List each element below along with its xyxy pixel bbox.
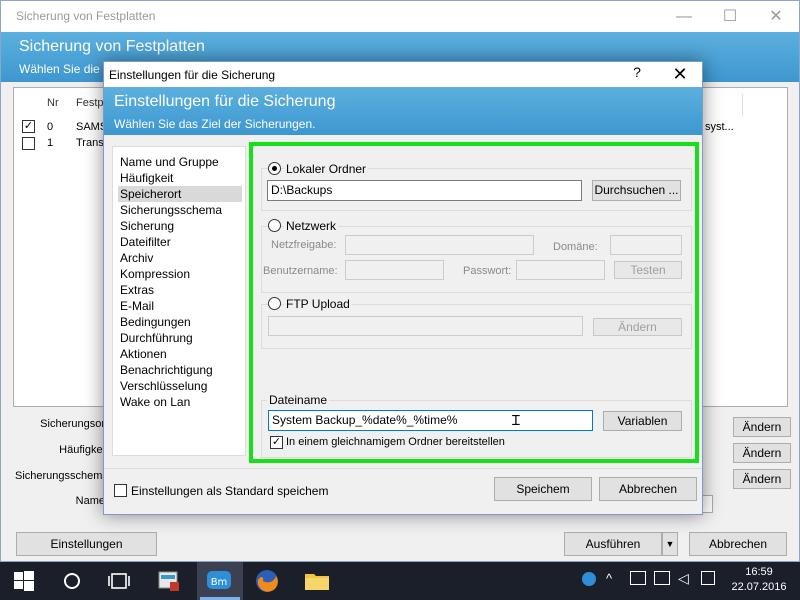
dateiname-label: Dateiname — [267, 393, 330, 407]
nav-item-benachrichtigung[interactable]: Benachrichtigung — [118, 362, 242, 378]
settings-nav-list: Name und Gruppe Häufigkeit Speicherort S… — [112, 146, 246, 456]
taskbar-clock[interactable]: 16:59 22.07.2016 — [724, 565, 794, 595]
abbrechen-main-button[interactable]: Abbrechen — [689, 532, 787, 556]
nav-item-archiv[interactable]: Archiv — [118, 250, 242, 266]
durchsuchen-button[interactable]: Durchsuchen ... — [592, 180, 681, 201]
column-header-festplatte[interactable]: Festp — [76, 97, 104, 109]
domaene-label: Domäne: — [553, 241, 598, 253]
name-label: Name — [75, 495, 105, 507]
aendern-sicherungsschema-button[interactable]: Ändern — [733, 469, 791, 489]
testen-button[interactable]: Testen — [614, 261, 682, 279]
nav-item-dateifilter[interactable]: Dateifilter — [118, 234, 242, 250]
dialog-close-button[interactable]: ✕ — [660, 63, 700, 85]
drive-row-nr: 0 — [47, 121, 54, 133]
firefox-icon[interactable] — [254, 568, 280, 594]
nav-item-name-und-gruppe[interactable]: Name und Gruppe — [118, 154, 242, 170]
abbrechen-dialog-button[interactable]: Abbrechen — [599, 477, 697, 501]
dateiname-input[interactable]: System Backup_%date%_%time% — [268, 410, 593, 431]
text-cursor-icon: Ɪ — [512, 412, 520, 428]
benutzername-input[interactable] — [345, 260, 444, 280]
column-divider — [742, 94, 743, 116]
search-icon[interactable] — [62, 571, 82, 591]
close-window-button[interactable]: ✕ — [753, 4, 799, 30]
tray-app-icon[interactable] — [582, 572, 596, 586]
windows-start-icon[interactable] — [14, 571, 34, 591]
nav-item-durchfuehrung[interactable]: Durchführung — [118, 330, 242, 346]
einstellungen-button[interactable]: Einstellungen — [16, 532, 157, 556]
nav-item-kompression[interactable]: Kompression — [118, 266, 242, 282]
netzfreigabe-input[interactable] — [345, 235, 534, 255]
ftp-aendern-button[interactable]: Ändern — [593, 318, 682, 336]
nav-item-bedingungen[interactable]: Bedingungen — [118, 314, 242, 330]
aendern-sicherungsort-button[interactable]: Ändern — [733, 417, 791, 437]
settings-dialog: Einstellungen für die Sicherung ? ✕ Eins… — [103, 61, 703, 515]
ausfuehren-dropdown-arrow[interactable]: ▼ — [662, 532, 678, 556]
speichern-button[interactable]: Speichem — [494, 477, 592, 501]
ftp-label: FTP Upload — [284, 297, 352, 311]
same-folder-label: In einem gleichnamigem Ordner bereitstel… — [286, 436, 505, 448]
local-path-input[interactable]: D:\Backups — [267, 180, 582, 201]
usb-device-icon[interactable] — [630, 571, 646, 585]
aendern-haeufigkeit-button[interactable]: Ändern — [733, 443, 791, 463]
ftp-input[interactable] — [268, 316, 583, 336]
clock-time: 16:59 — [745, 566, 773, 578]
volume-icon[interactable]: ◁ — [678, 570, 689, 587]
maximize-button[interactable]: ☐ — [707, 4, 753, 30]
nav-item-haeufigkeit[interactable]: Häufigkeit — [118, 170, 242, 186]
drive-row-checkbox[interactable] — [22, 137, 35, 150]
nav-item-verschluesselung[interactable]: Verschlüsselung — [118, 378, 242, 394]
sicherungsschema-label: Sicherungsschema — [15, 470, 109, 482]
same-folder-checkbox[interactable]: ✓ — [270, 436, 283, 449]
default-settings-label: Einstellungen als Standard speichem — [131, 484, 329, 498]
main-window-title: Sicherung von Festplatten — [16, 9, 156, 23]
backup-app-icon[interactable] — [157, 569, 181, 593]
action-center-icon[interactable] — [701, 571, 715, 585]
chevron-up-icon[interactable]: ^ — [606, 571, 612, 586]
nav-item-sicherung[interactable]: Sicherung — [118, 218, 242, 234]
svg-text:Bm: Bm — [211, 577, 228, 588]
drive-row-nr: 1 — [47, 137, 54, 149]
drive-row-type: syst... — [705, 121, 734, 133]
dialog-title: Einstellungen für die Sicherung — [109, 68, 276, 82]
netzwerk-label: Netzwerk — [284, 219, 339, 233]
lokaler-ordner-radio[interactable] — [268, 162, 281, 175]
passwort-label: Passwort: — [463, 265, 512, 277]
nav-item-speicherort[interactable]: Speicherort — [118, 186, 242, 202]
haeufigkeit-label: Häufigkei — [59, 444, 105, 456]
task-view-icon[interactable] — [108, 571, 130, 591]
passwort-input[interactable] — [516, 260, 605, 280]
lokaler-ordner-label: Lokaler Ordner — [284, 162, 369, 176]
dialog-footer-divider — [104, 468, 702, 469]
minimize-button[interactable]: — — [661, 4, 707, 30]
main-header-subtitle: Wählen Sie die — [19, 62, 100, 76]
domaene-input[interactable] — [610, 235, 682, 255]
nav-item-aktionen[interactable]: Aktionen — [118, 346, 242, 362]
help-button[interactable]: ? — [624, 64, 650, 84]
nav-item-sicherungsschema[interactable]: Sicherungsschema — [118, 202, 242, 218]
clock-date: 22.07.2016 — [731, 581, 787, 593]
ftp-radio[interactable] — [268, 297, 281, 310]
main-header-title: Sicherung von Festplatten — [19, 38, 205, 55]
netzwerk-radio[interactable] — [268, 219, 281, 232]
dialog-header-title: Einstellungen für die Sicherung — [114, 93, 336, 110]
nav-item-wake-on-lan[interactable]: Wake on Lan — [118, 394, 242, 410]
file-explorer-icon[interactable] — [304, 570, 330, 592]
drive-row-name: Trans — [76, 137, 104, 149]
ausfuehren-button[interactable]: Ausführen — [564, 532, 662, 556]
drive-row-checkbox[interactable]: ✓ — [22, 120, 35, 133]
nav-item-email[interactable]: E-Mail — [118, 298, 242, 314]
netzfreigabe-label: Netzfreigabe: — [271, 239, 337, 251]
benutzername-label: Benutzername: — [263, 265, 338, 277]
variablen-button[interactable]: Variablen — [603, 411, 682, 431]
bm-app-icon[interactable]: Bm — [206, 569, 232, 593]
network-icon[interactable] — [654, 571, 670, 585]
dialog-header-subtitle: Wählen Sie das Ziel der Sicherungen. — [114, 117, 316, 131]
default-settings-checkbox[interactable] — [114, 484, 127, 497]
sicherungsort-label: Sicherungsor — [40, 418, 105, 430]
nav-item-extras[interactable]: Extras — [118, 282, 242, 298]
column-header-nr[interactable]: Nr — [47, 97, 59, 109]
speicherort-panel: Lokaler Ordner D:\Backups Durchsuchen ..… — [249, 142, 699, 463]
